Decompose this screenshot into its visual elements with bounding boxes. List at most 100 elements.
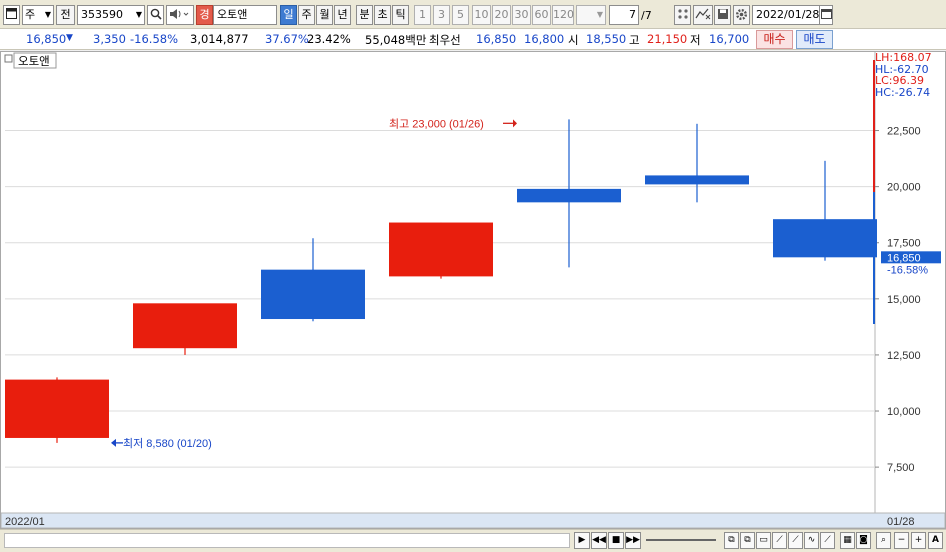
candle-body bbox=[261, 269, 365, 320]
indicator-hc: HC:-26.74 bbox=[875, 85, 931, 99]
camera-icon[interactable]: ◙ bbox=[856, 532, 871, 549]
toolbar: 주 ▼ 전 353590 ▼ 경 오토앤 일 주 월 년 분 초 틱 1 3 5… bbox=[0, 0, 946, 29]
save-icon[interactable] bbox=[714, 5, 731, 25]
panel-marker-icon bbox=[4, 54, 13, 63]
speaker-icon[interactable] bbox=[166, 5, 194, 25]
zoom-out-icon[interactable]: − bbox=[894, 532, 909, 549]
stock-code-value: 353590 bbox=[81, 8, 123, 21]
interval-5-button[interactable]: 5 bbox=[452, 5, 469, 25]
stop-icon[interactable]: ■ bbox=[608, 532, 624, 549]
max-arrowhead-icon bbox=[513, 119, 517, 128]
y-tick-label: 7,500 bbox=[887, 462, 915, 474]
market-warning-tag: 경 bbox=[196, 5, 213, 25]
interval-10-button[interactable]: 10 bbox=[472, 5, 491, 25]
interval-20-button[interactable]: 20 bbox=[492, 5, 511, 25]
period-month-button[interactable]: 월 bbox=[316, 5, 333, 25]
y-tick-label: 17,500 bbox=[887, 238, 921, 250]
min-price-annotation: 최저 8,580 (01/20) bbox=[123, 437, 212, 450]
period-day-button[interactable]: 일 bbox=[280, 5, 297, 25]
indicator-panel: LH:168.07 HL:-62.70 LC:96.39 HC:-26.74 bbox=[875, 52, 946, 98]
candle-body bbox=[773, 219, 877, 258]
zigzag-icon[interactable]: ∿ bbox=[804, 532, 819, 549]
chevron-down-icon: ▼ bbox=[596, 10, 603, 19]
fast-forward-icon[interactable]: ▶▶ bbox=[625, 532, 641, 549]
copy-icon[interactable]: ⧉ bbox=[724, 532, 739, 549]
zoom-slider[interactable] bbox=[646, 539, 716, 541]
interval-1-button[interactable]: 1 bbox=[414, 5, 431, 25]
rewind-icon[interactable]: ◀◀ bbox=[591, 532, 607, 549]
candle-body bbox=[133, 303, 237, 349]
max-price-annotation: 최고 23,000 (01/26) bbox=[389, 117, 484, 130]
font-size-icon[interactable]: A bbox=[928, 532, 943, 549]
best-bid: 16,800 bbox=[524, 32, 565, 46]
period-minute-button[interactable]: 분 bbox=[356, 5, 373, 25]
chevron-down-icon: ▼ bbox=[135, 10, 142, 19]
high-label: 고 bbox=[629, 33, 640, 47]
stock-code-input[interactable]: 353590 ▼ bbox=[77, 5, 145, 25]
y-tick-label: 15,000 bbox=[887, 294, 921, 306]
copy-all-icon[interactable]: ⧉ bbox=[740, 532, 755, 549]
interval-3-button[interactable]: 3 bbox=[433, 5, 450, 25]
price-change-pct: -16.58% bbox=[130, 32, 178, 46]
period-select[interactable]: 주 ▼ bbox=[22, 5, 54, 25]
open-label: 시 bbox=[568, 33, 579, 47]
page-input[interactable]: 7 bbox=[609, 5, 639, 25]
x-start-label: 2022/01 bbox=[5, 516, 45, 528]
y-tick-label: 22,500 bbox=[887, 126, 921, 138]
price-change: 3,350 bbox=[93, 32, 126, 46]
stock-name-field[interactable]: 오토앤 bbox=[213, 5, 277, 25]
bars-icon[interactable]: ▭ bbox=[756, 532, 771, 549]
low-price: 16,700 bbox=[709, 32, 750, 46]
quote-bar: 16,850 ▼ 3,350 -16.58% 3,014,877 37.67% … bbox=[0, 29, 946, 50]
current-change-label: -16.58% bbox=[887, 264, 928, 276]
grid-icon[interactable]: ▦ bbox=[840, 532, 855, 549]
chart-window: 주 ▼ 전 353590 ▼ 경 오토앤 일 주 월 년 분 초 틱 1 3 5… bbox=[0, 0, 946, 552]
chevron-down-icon: ▼ bbox=[44, 10, 51, 19]
interval-30-button[interactable]: 30 bbox=[512, 5, 531, 25]
y-tick-label: 10,000 bbox=[887, 406, 921, 418]
date-input[interactable]: 2022/01/28 bbox=[752, 5, 820, 25]
search-icon[interactable] bbox=[147, 5, 164, 25]
current-price: 16,850 bbox=[26, 32, 67, 46]
candle-body bbox=[5, 379, 109, 438]
drawing-tool-icon[interactable] bbox=[693, 5, 713, 25]
zoom-in-icon[interactable]: + bbox=[911, 532, 926, 549]
best-quote-label: 최우선 bbox=[429, 33, 461, 47]
window-menu-icon[interactable] bbox=[3, 5, 20, 25]
line-tool-icon[interactable]: ⟋ bbox=[772, 532, 787, 549]
period-week-button[interactable]: 주 bbox=[298, 5, 315, 25]
scroll-right-icon[interactable]: ▶ bbox=[574, 532, 590, 549]
period-second-button[interactable]: 초 bbox=[374, 5, 391, 25]
best-ask: 16,850 bbox=[476, 32, 517, 46]
bottom-bar: ▶ ◀◀ ■ ▶▶ ⧉ ⧉ ▭ ⟋ ⟋ ∿ ⟋ ▦ ◙ ⌕ − + A bbox=[0, 529, 946, 552]
magnify-icon[interactable]: ⌕ bbox=[876, 532, 891, 549]
volume: 3,014,877 bbox=[190, 32, 249, 46]
volume-ratio: 37.67% bbox=[265, 32, 309, 46]
y-tick-label: 12,500 bbox=[887, 350, 921, 362]
chart-area[interactable]: 오토앤 7,500 10,000 12,500 15,000 17,500 20,000 22… bbox=[0, 51, 946, 529]
fan-icon[interactable]: ⟋ bbox=[820, 532, 835, 549]
trend-tool-icon[interactable]: ⟋ bbox=[788, 532, 803, 549]
interval-60-button[interactable]: 60 bbox=[532, 5, 551, 25]
sell-button[interactable]: 매도 bbox=[796, 30, 833, 49]
buy-button[interactable]: 매수 bbox=[756, 30, 793, 49]
low-label: 저 bbox=[690, 33, 701, 47]
view-button[interactable]: 전 bbox=[56, 5, 75, 25]
gear-icon[interactable] bbox=[733, 5, 750, 25]
x-end-label: 01/28 bbox=[887, 516, 915, 528]
candle-body bbox=[389, 222, 493, 277]
current-price-label: 16,850 bbox=[887, 252, 921, 264]
candlestick-chart: 오토앤 7,500 10,000 12,500 15,000 17,500 20,000 22… bbox=[0, 52, 946, 529]
interval-120-button[interactable]: 120 bbox=[552, 5, 574, 25]
time-axis-strip bbox=[0, 512, 946, 529]
candle-body bbox=[517, 188, 621, 203]
interval-custom-select[interactable]: ▼ bbox=[576, 5, 606, 25]
period-select-value: 주 bbox=[25, 8, 36, 21]
horizontal-scrollbar[interactable] bbox=[4, 533, 570, 548]
period-year-button[interactable]: 년 bbox=[334, 5, 351, 25]
crosshair-icon[interactable] bbox=[674, 5, 691, 25]
panel-title: 오토앤 bbox=[18, 55, 50, 68]
down-arrow-icon: ▼ bbox=[66, 33, 73, 43]
period-tick-button[interactable]: 틱 bbox=[392, 5, 409, 25]
calendar-icon[interactable] bbox=[819, 5, 833, 25]
